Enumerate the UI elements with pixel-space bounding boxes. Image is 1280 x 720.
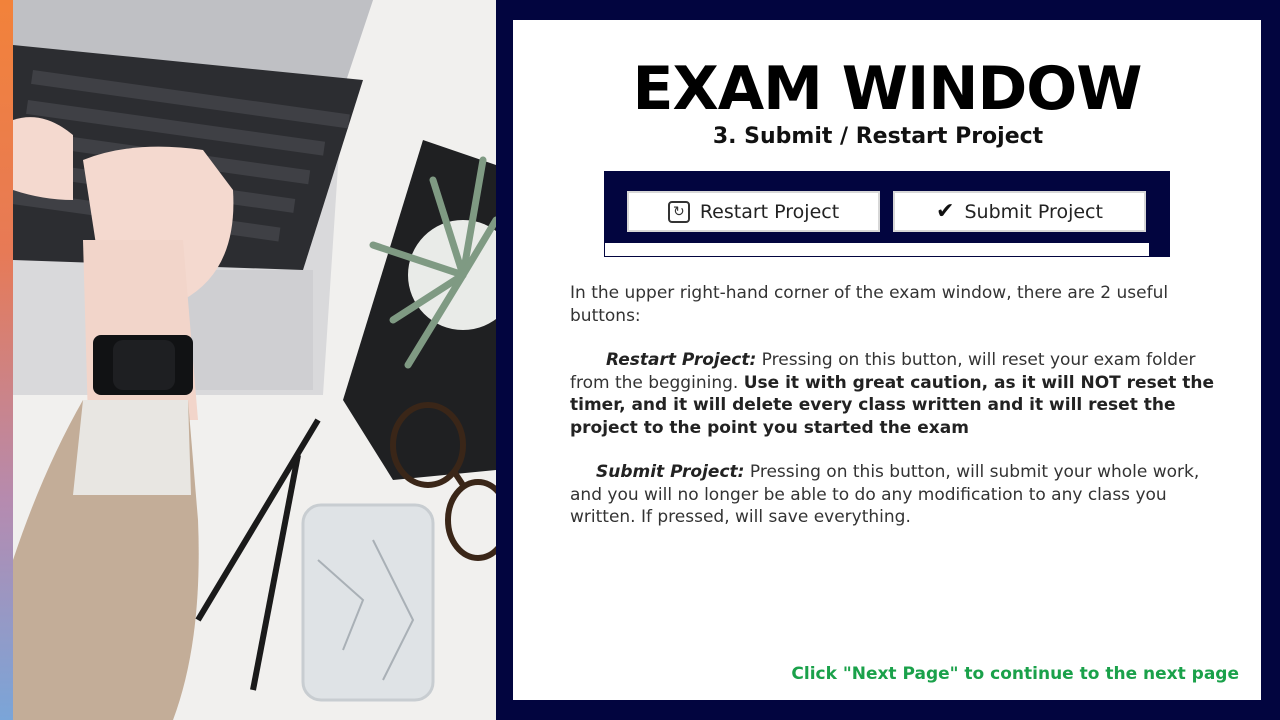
page-subtitle: 3. Submit / Restart Project <box>712 124 1044 149</box>
submit-project-label: Submit Project <box>964 200 1103 223</box>
desk-photo-illustration <box>13 0 496 720</box>
submit-project-button: ✔ Submit Project <box>893 191 1146 232</box>
exam-buttons-screenshot: ↻ Restart Project ✔ Submit Project <box>604 171 1170 257</box>
instructions-text: In the upper right-hand corner of the ex… <box>570 282 1230 529</box>
slide-panel: EXAM WINDOW 3. Submit / Restart Project … <box>513 20 1261 700</box>
accent-strip <box>0 0 13 720</box>
checkmark-icon: ✔ <box>936 198 955 224</box>
submit-paragraph: Submit Project: Pressing on this button,… <box>570 461 1230 529</box>
restart-project-button: ↻ Restart Project <box>627 191 880 232</box>
submit-term: Submit Project: <box>596 462 745 482</box>
restart-paragraph: Restart Project: Pressing on this button… <box>570 349 1230 439</box>
restart-term: Restart Project: <box>606 350 757 370</box>
page-title: EXAM WINDOW <box>632 54 1143 124</box>
desk-photo <box>13 0 496 720</box>
next-page-hint: Click "Next Page" to continue to the nex… <box>791 664 1239 684</box>
restart-icon: ↻ <box>667 200 690 223</box>
intro-paragraph: In the upper right-hand corner of the ex… <box>570 283 1169 326</box>
restart-project-label: Restart Project <box>699 200 840 223</box>
screenshot-bottom-edge <box>605 243 1149 256</box>
